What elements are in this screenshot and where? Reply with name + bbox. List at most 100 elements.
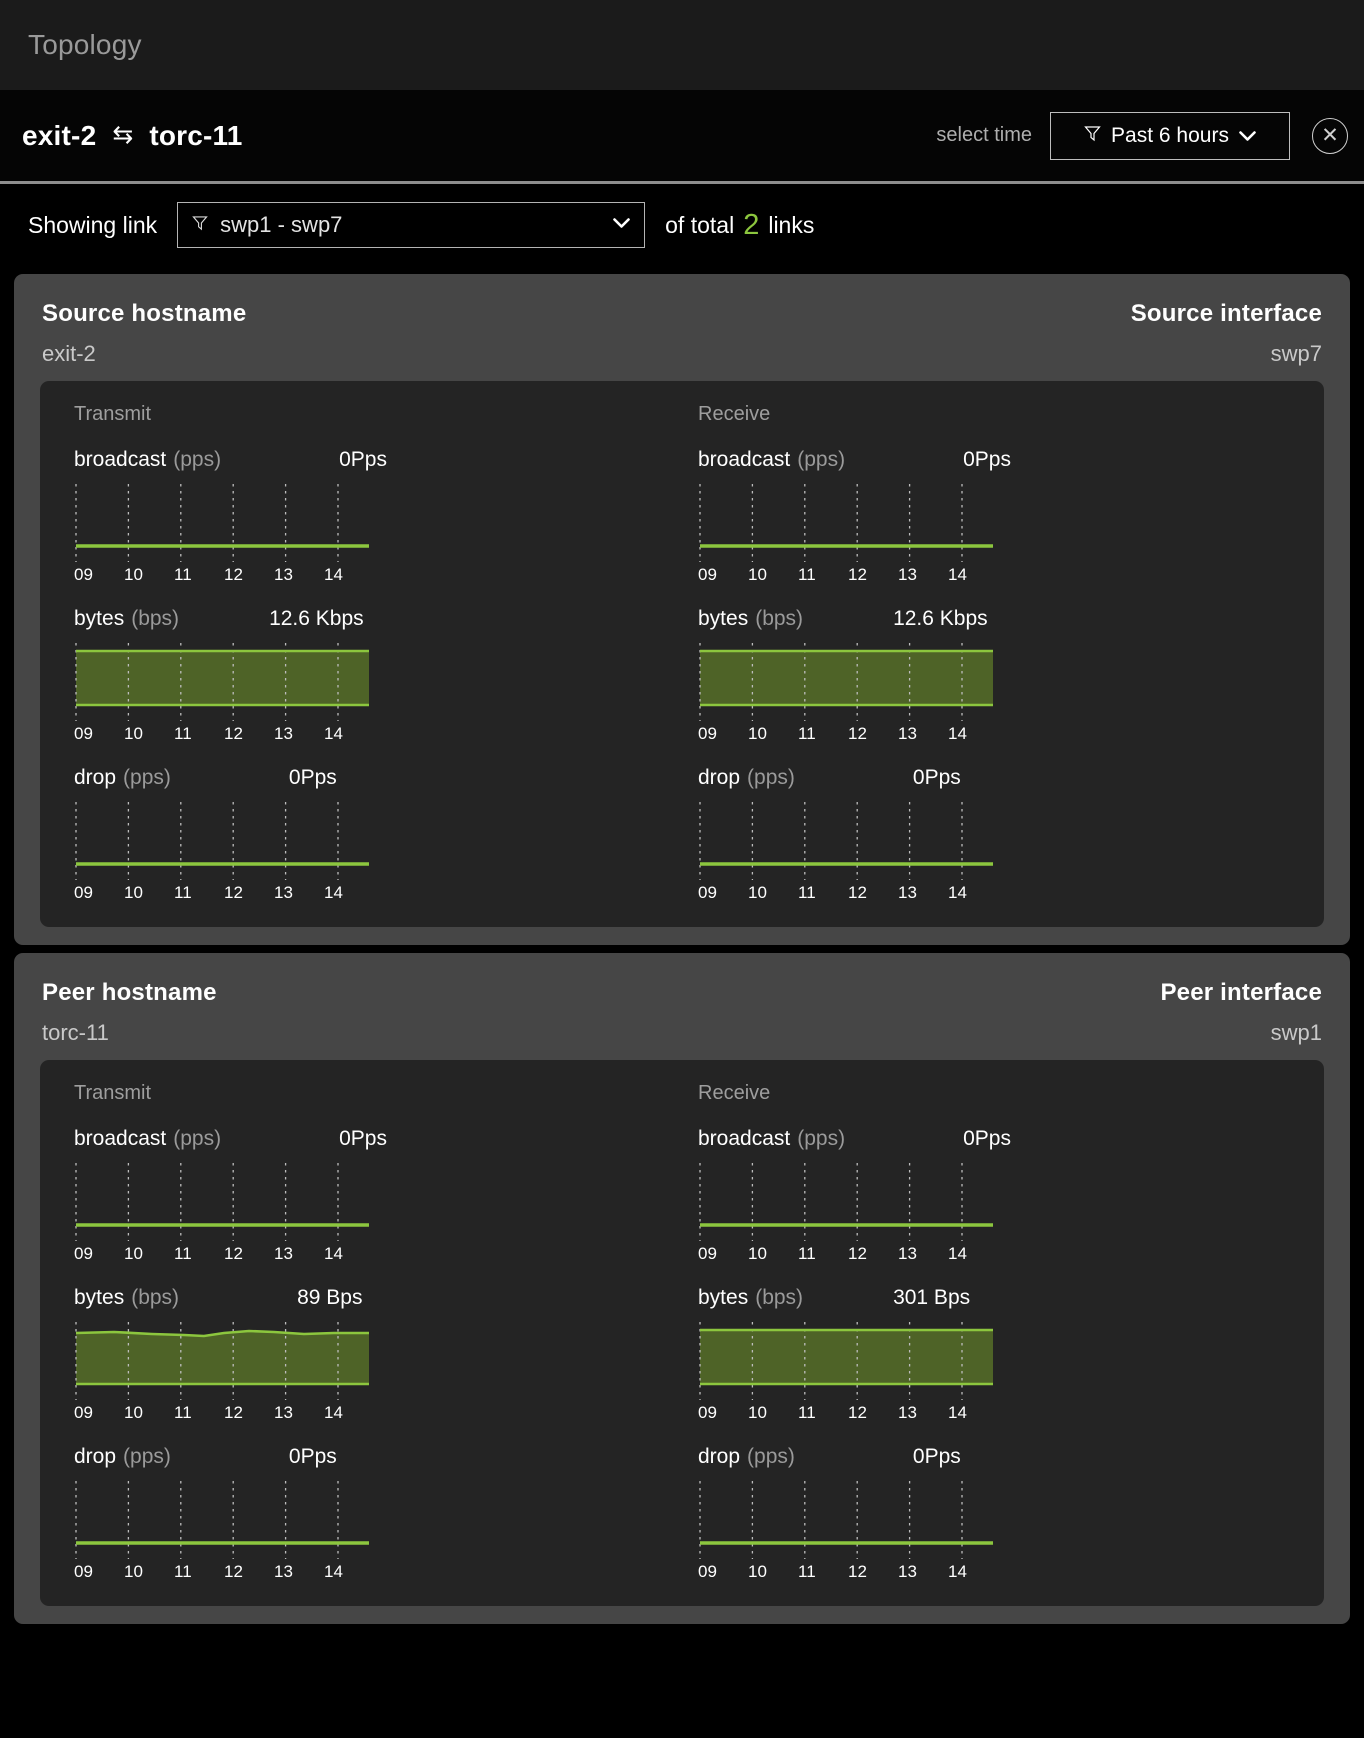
metric-broadcast: broadcast (pps) 0Pps 091011121314: [698, 448, 1306, 585]
chart-x-axis: 091011121314: [74, 724, 374, 744]
metric-header: broadcast (pps) 0Pps: [74, 1127, 682, 1151]
x-tick-12: 12: [848, 724, 898, 744]
x-tick-09: 09: [74, 883, 124, 903]
metric-drop: drop (pps) 0Pps 091011121314: [74, 1445, 682, 1582]
x-tick-11: 11: [174, 1244, 224, 1264]
x-tick-14: 14: [324, 1244, 374, 1264]
x-tick-09: 09: [698, 724, 748, 744]
x-tick-12: 12: [224, 883, 274, 903]
metric-drop: drop (pps) 0Pps 091011121314: [74, 766, 682, 903]
filter-icon: [192, 215, 208, 236]
x-tick-09: 09: [698, 1244, 748, 1264]
x-tick-11: 11: [174, 883, 224, 903]
x-tick-14: 14: [324, 724, 374, 744]
x-tick-14: 14: [948, 1562, 998, 1582]
metric-header: drop (pps) 0Pps: [698, 766, 1306, 790]
x-tick-11: 11: [798, 1562, 848, 1582]
metric-unit: (pps): [797, 1127, 845, 1151]
x-tick-09: 09: [74, 1403, 124, 1423]
metric-current-value: 0Pps: [289, 1445, 337, 1469]
x-tick-10: 10: [124, 724, 174, 744]
x-tick-12: 12: [848, 1244, 898, 1264]
x-tick-12: 12: [224, 565, 274, 585]
metric-chart[interactable]: [74, 1163, 374, 1241]
metric-drop: drop (pps) 0Pps 091011121314: [698, 1445, 1306, 1582]
hostname-value: torc-11: [42, 1020, 217, 1046]
metric-unit: (pps): [797, 448, 845, 472]
link-select[interactable]: swp1 - swp7: [177, 202, 645, 248]
metric-current-value: 0Pps: [339, 448, 387, 472]
card-header: Source hostname exit-2 Source interface …: [40, 300, 1324, 381]
metric-current-value: 0Pps: [913, 1445, 961, 1469]
x-tick-12: 12: [224, 724, 274, 744]
x-tick-12: 12: [848, 1403, 898, 1423]
direction-title: Receive: [698, 1082, 1306, 1105]
metric-name: bytes: [74, 607, 124, 631]
metric-current-value: 0Pps: [963, 448, 1011, 472]
metric-name: broadcast: [698, 448, 790, 472]
x-tick-14: 14: [948, 565, 998, 585]
card-header: Peer hostname torc-11 Peer interface swp…: [40, 979, 1324, 1060]
metric-bytes: bytes (bps) 89 Bps 091011121314: [74, 1286, 682, 1423]
metric-chart[interactable]: [698, 1163, 998, 1241]
chart-x-axis: 091011121314: [74, 565, 374, 585]
link-select-value: swp1 - swp7: [220, 212, 601, 238]
metric-chart[interactable]: [698, 1322, 998, 1400]
x-tick-12: 12: [848, 565, 898, 585]
of-total-prefix: of total: [665, 212, 734, 239]
metric-unit: (pps): [747, 766, 795, 790]
direction-column-transmit: Transmit broadcast (pps) 0Pps 0910111213…: [58, 403, 682, 903]
metric-header: broadcast (pps) 0Pps: [74, 448, 682, 472]
metric-chart[interactable]: [698, 484, 998, 562]
peer-node-name: torc-11: [149, 120, 242, 152]
chart-x-axis: 091011121314: [698, 724, 998, 744]
hostname-label: Peer hostname: [42, 979, 217, 1007]
metric-current-value: 0Pps: [963, 1127, 1011, 1151]
total-links-count: 2: [743, 209, 759, 242]
metric-header: bytes (bps) 12.6 Kbps: [698, 607, 1306, 631]
hostname-label: Source hostname: [42, 300, 246, 328]
x-tick-13: 13: [898, 1562, 948, 1582]
metric-chart[interactable]: [74, 1481, 374, 1559]
metric-header: drop (pps) 0Pps: [698, 1445, 1306, 1469]
interface-value: swp1: [1271, 1020, 1322, 1046]
metric-current-value: 0Pps: [913, 766, 961, 790]
metric-current-value: 0Pps: [339, 1127, 387, 1151]
x-tick-13: 13: [274, 883, 324, 903]
header-link-title: exit-2 ⇆ torc-11: [22, 120, 936, 152]
link-cards-container: Source hostname exit-2 Source interface …: [0, 274, 1364, 1624]
metric-header: bytes (bps) 12.6 Kbps: [74, 607, 682, 631]
metric-current-value: 301 Bps: [893, 1286, 970, 1310]
metric-name: broadcast: [74, 448, 166, 472]
header-controls: select time Past 6 hours ✕: [936, 112, 1348, 160]
chevron-down-icon: [613, 216, 630, 234]
x-tick-11: 11: [798, 1403, 848, 1423]
direction-title: Transmit: [74, 1082, 682, 1105]
metric-chart[interactable]: [74, 1322, 374, 1400]
x-tick-10: 10: [124, 1562, 174, 1582]
metric-chart[interactable]: [698, 643, 998, 721]
direction-title: Transmit: [74, 403, 682, 426]
select-time-label: select time: [936, 124, 1032, 147]
chart-x-axis: 091011121314: [74, 1403, 374, 1423]
source-node-name: exit-2: [22, 120, 96, 152]
x-tick-09: 09: [74, 1244, 124, 1264]
link-endpoint-card: Source hostname exit-2 Source interface …: [14, 274, 1350, 945]
x-tick-12: 12: [224, 1403, 274, 1423]
metric-chart[interactable]: [74, 484, 374, 562]
x-tick-09: 09: [74, 1562, 124, 1582]
direction-title: Receive: [698, 403, 1306, 426]
metric-chart[interactable]: [74, 643, 374, 721]
metric-chart[interactable]: [74, 802, 374, 880]
x-tick-10: 10: [124, 1403, 174, 1423]
metric-chart[interactable]: [698, 1481, 998, 1559]
metric-chart[interactable]: [698, 802, 998, 880]
x-tick-10: 10: [124, 883, 174, 903]
metric-header: broadcast (pps) 0Pps: [698, 448, 1306, 472]
close-icon[interactable]: ✕: [1312, 118, 1348, 154]
metric-current-value: 12.6 Kbps: [893, 607, 988, 631]
time-range-select[interactable]: Past 6 hours: [1050, 112, 1290, 160]
metric-unit: (bps): [755, 1286, 803, 1310]
metric-unit: (pps): [173, 448, 221, 472]
metric-name: drop: [74, 766, 116, 790]
